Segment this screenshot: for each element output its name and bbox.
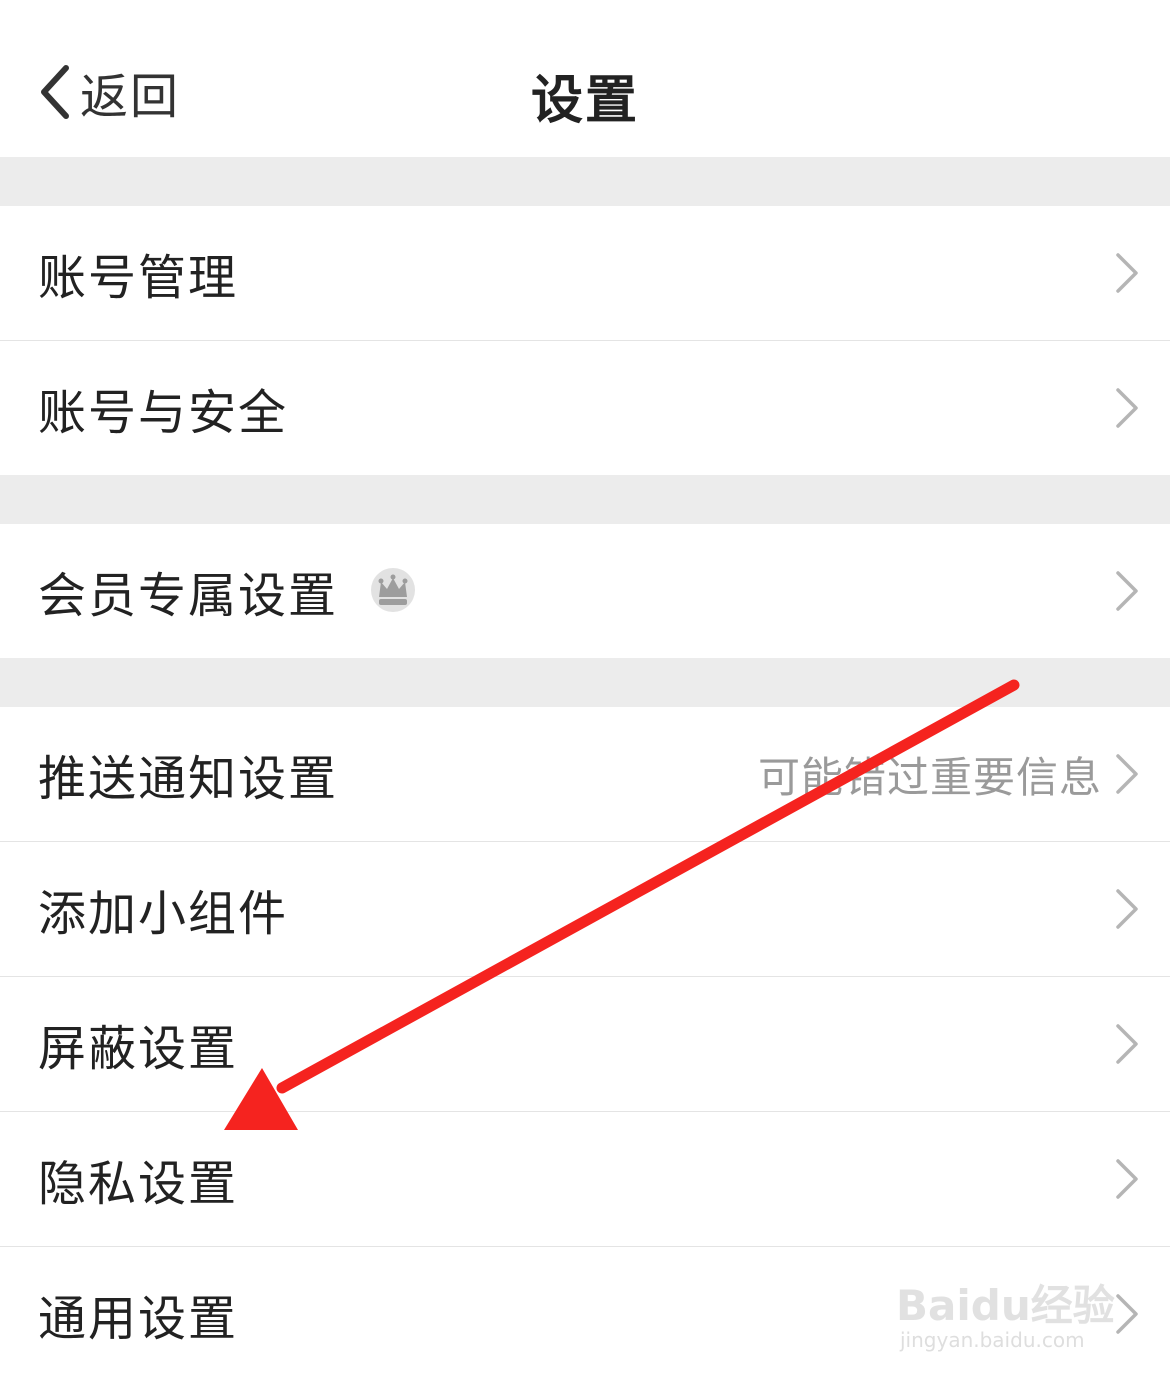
chevron-right-icon (1116, 1159, 1138, 1199)
chevron-right-icon (1116, 1293, 1138, 1334)
chevron-right-icon (1116, 1024, 1138, 1064)
row-label: 会员专属设置 (38, 524, 418, 658)
chevron-right-icon (1116, 388, 1138, 428)
chevron-right-icon (1116, 754, 1138, 794)
chevron-right-icon (1116, 253, 1138, 293)
row-label: 账号与安全 (38, 385, 289, 441)
section-gap (0, 475, 1170, 524)
row-label: 通用设置 (38, 1290, 239, 1347)
row-general-settings[interactable]: 通用设置 (0, 1247, 1170, 1380)
navigation-bar: 返回 设置 (0, 0, 1170, 157)
row-push-notifications[interactable]: 推送通知设置 可能错过重要信息 (0, 707, 1170, 841)
row-label: 添加小组件 (38, 886, 289, 942)
section-gap (0, 658, 1170, 707)
row-label: 推送通知设置 (38, 751, 339, 807)
chevron-right-icon (1116, 889, 1138, 929)
row-privacy-settings[interactable]: 隐私设置 (0, 1112, 1170, 1246)
row-account-management[interactable]: 账号管理 (0, 206, 1170, 340)
row-label-text: 会员专属设置 (38, 568, 339, 624)
page-title: 设置 (530, 71, 639, 131)
row-label: 隐私设置 (38, 1156, 239, 1212)
row-value: 可能错过重要信息 (757, 752, 1102, 802)
row-account-security[interactable]: 账号与安全 (0, 341, 1170, 475)
row-label: 账号管理 (38, 250, 239, 306)
chevron-right-icon (1116, 571, 1138, 611)
section-gap (0, 157, 1170, 206)
crown-icon (371, 568, 416, 612)
row-block-settings[interactable]: 屏蔽设置 (0, 977, 1170, 1111)
row-label: 屏蔽设置 (38, 1021, 239, 1077)
row-add-widget[interactable]: 添加小组件 (0, 842, 1170, 976)
row-member-settings[interactable]: 会员专属设置 (0, 524, 1170, 658)
